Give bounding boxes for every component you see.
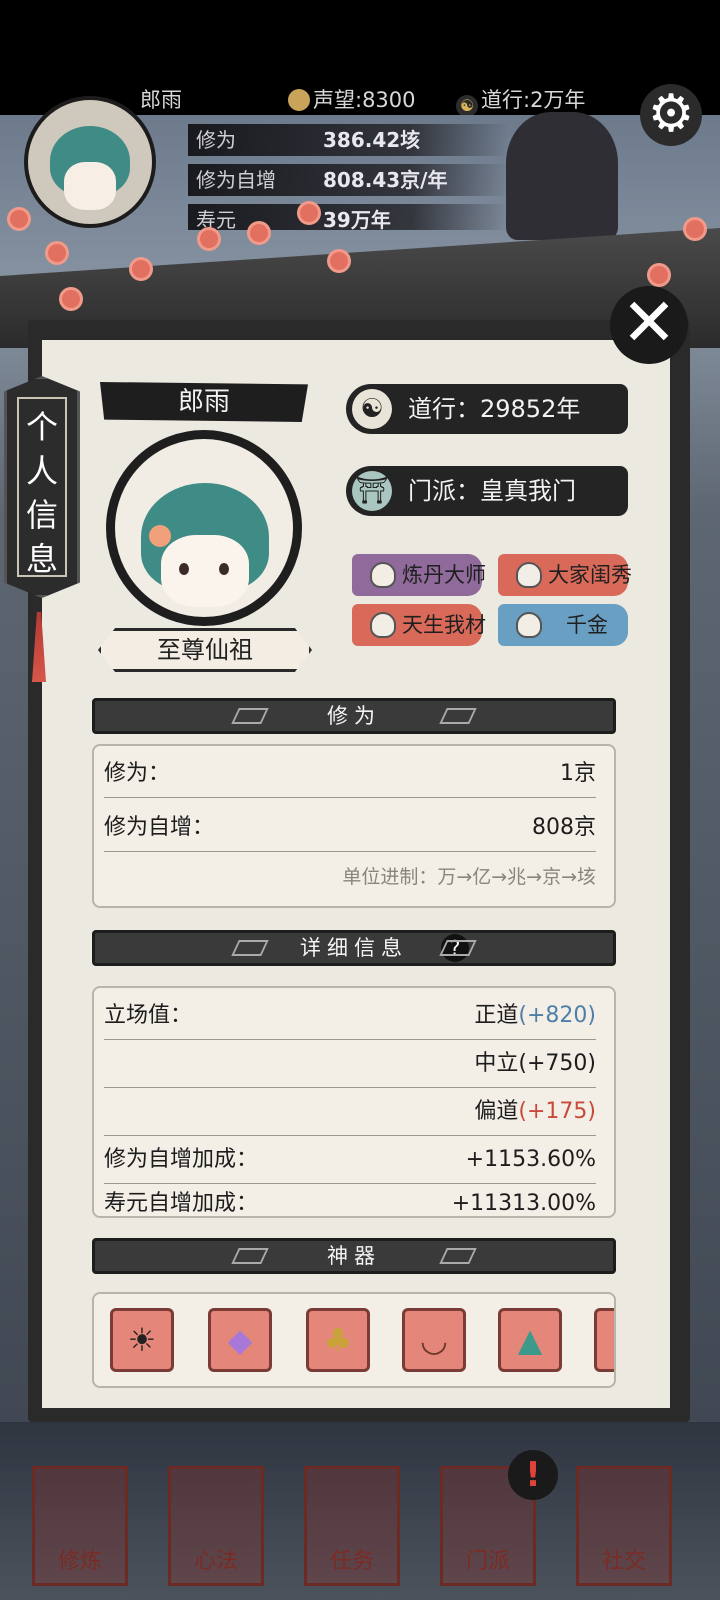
plum-branch xyxy=(0,190,720,320)
close-button[interactable]: ✕ xyxy=(610,286,688,364)
sect-value: 门派：皇真我门 xyxy=(408,477,576,505)
portrait-left-eye xyxy=(179,563,189,575)
yin-yang-icon: ☯ xyxy=(352,389,392,429)
trait-tag[interactable]: 炼丹大师 xyxy=(352,554,486,596)
row-label: 修为自增： xyxy=(104,815,215,840)
nav-label: 社交 xyxy=(601,1549,646,1574)
trait-label: 大家闺秀 xyxy=(548,563,632,587)
tab-personal-info-label: 个人信息 xyxy=(17,397,67,578)
nav-label: 门派 xyxy=(465,1549,510,1574)
nav-quests[interactable]: 任务 xyxy=(304,1466,400,1586)
section-title: 修为 xyxy=(327,704,381,728)
stat-label: 修为 xyxy=(196,128,236,152)
stance-value: (+750) xyxy=(518,1051,596,1076)
artifacts-card: ☀ ◆ ♣ ◡ ▲ ❀ xyxy=(92,1292,616,1388)
daoxing-value: 道行：29852年 xyxy=(408,395,581,423)
stat-strip-cultivation: 修为 386.42垓 xyxy=(188,124,508,156)
stat-value: 386.42垓 xyxy=(323,128,421,152)
gold-tree-icon[interactable]: ♣ xyxy=(306,1308,370,1372)
stance-row: 偏道(+175) xyxy=(104,1088,596,1136)
diamond-ornament-icon xyxy=(231,708,269,724)
section-header-artifacts: 神器 xyxy=(92,1238,616,1274)
row-value: 808京 xyxy=(532,815,596,840)
stat-label: 修为自增 xyxy=(196,168,276,192)
coin-icon xyxy=(288,89,310,111)
daoxing-text: 道行:2万年 xyxy=(481,88,586,112)
lifespan-bonus-row: 寿元自增加成： +11313.00% xyxy=(104,1180,596,1216)
row-label: 修为： xyxy=(104,761,171,786)
trait-tag[interactable]: 千金 xyxy=(498,604,628,646)
reputation-display: 声望:8300 xyxy=(288,84,416,114)
nav-label: 心法 xyxy=(193,1549,238,1574)
nav-label: 修炼 xyxy=(57,1549,102,1574)
scroll-icon[interactable]: ❀ xyxy=(594,1308,614,1372)
cultivation-card: 修为： 1京 修为自增： 808京 单位进制：万→亿→兆→京→垓 xyxy=(92,744,616,908)
notification-badge-icon: ! xyxy=(508,1450,558,1500)
bag-icon xyxy=(370,612,396,638)
row-label: 修为自增加成： xyxy=(104,1147,259,1172)
diamond-ornament-icon xyxy=(231,940,269,956)
stance-name: 偏道 xyxy=(474,1099,519,1124)
jade-seal-icon[interactable]: ▲ xyxy=(498,1308,562,1372)
rank-title: 至尊仙祖 xyxy=(98,628,312,672)
details-card: 立场值： 正道(+820) 中立(+750) 偏道(+175) 修为自增加成： +1… xyxy=(92,986,616,1218)
section-header-cultivation: 修为 xyxy=(92,698,616,734)
nav-techniques[interactable]: 心法 xyxy=(168,1466,264,1586)
character-portrait xyxy=(106,430,302,626)
daoxing-pill: ☯ 道行：29852年 xyxy=(346,384,628,434)
stance-value: (+820) xyxy=(518,1003,596,1028)
stance-name: 正道 xyxy=(474,1003,519,1028)
portrait-right-eye xyxy=(219,563,229,575)
reputation-text: 声望:8300 xyxy=(313,88,416,112)
bag-icon xyxy=(516,562,542,588)
row-value: +11313.00% xyxy=(451,1191,596,1216)
diamond-ornament-icon xyxy=(231,1248,269,1264)
yin-yang-icon: ☯ xyxy=(456,95,478,117)
bowl-icon[interactable]: ◡ xyxy=(402,1308,466,1372)
trait-tag[interactable]: 天生我材 xyxy=(352,604,486,646)
unit-note: 单位进制：万→亿→兆→京→垓 xyxy=(342,866,596,888)
stance-row: 中立(+750) xyxy=(104,1040,596,1088)
row-label: 立场值： xyxy=(104,1003,193,1028)
nav-cultivate[interactable]: 修炼 xyxy=(32,1466,128,1586)
section-title: 详细信息 xyxy=(300,936,408,960)
row-label: 寿元自增加成： xyxy=(104,1191,259,1216)
settings-gear-icon[interactable]: ⚙ xyxy=(640,84,702,146)
stance-name: 中立 xyxy=(474,1051,519,1076)
section-title: 神器 xyxy=(327,1244,381,1268)
trait-label: 千金 xyxy=(566,613,608,637)
bag-icon xyxy=(370,562,396,588)
bonus-row: 修为自增加成： +1153.60% xyxy=(104,1136,596,1184)
hair-flower-icon xyxy=(149,525,171,547)
portrait-face xyxy=(161,535,249,607)
section-header-details: 详细信息 ? xyxy=(92,930,616,966)
diamond-ornament-icon xyxy=(439,940,477,956)
row-value: 1京 xyxy=(560,761,596,786)
player-name-top: 郎雨 xyxy=(140,88,182,112)
tab-personal-info[interactable]: 个人信息 xyxy=(4,376,80,598)
stance-row: 立场值： 正道(+820) xyxy=(104,992,596,1040)
trait-label: 天生我材 xyxy=(402,613,486,637)
nav-label: 任务 xyxy=(329,1549,374,1574)
cultivation-growth-row: 修为自增： 808京 xyxy=(104,804,596,852)
sun-disc-icon[interactable]: ☀ xyxy=(110,1308,174,1372)
row-value: +1153.60% xyxy=(465,1147,596,1172)
crystal-icon[interactable]: ◆ xyxy=(208,1308,272,1372)
diamond-ornament-icon xyxy=(439,1248,477,1264)
character-name: 郎雨 xyxy=(100,382,308,422)
trait-tag[interactable]: 大家闺秀 xyxy=(498,554,632,596)
sect-pill: ⛩ 门派：皇真我门 xyxy=(346,466,628,516)
bag-icon xyxy=(516,612,542,638)
trait-label: 炼丹大师 xyxy=(402,563,486,587)
diamond-ornament-icon xyxy=(439,708,477,724)
nav-social[interactable]: 社交 xyxy=(576,1466,672,1586)
cultivation-row: 修为： 1京 xyxy=(104,750,596,798)
stance-value: (+175) xyxy=(518,1099,596,1124)
temple-icon: ⛩ xyxy=(352,471,392,511)
